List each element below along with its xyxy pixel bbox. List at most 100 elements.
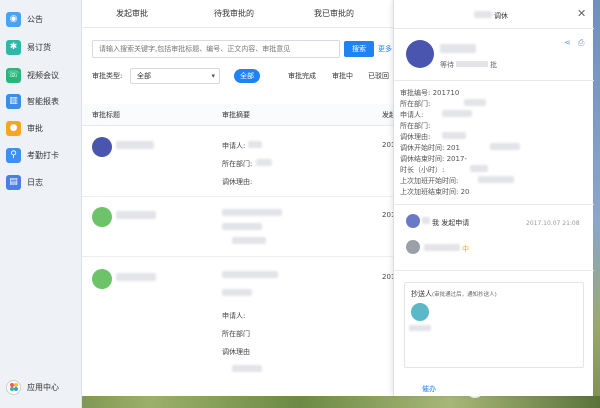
urge-link[interactable]: 催办 bbox=[422, 384, 436, 394]
phone-icon: ☏ bbox=[6, 67, 21, 83]
tab-initiate[interactable]: 发起审批 bbox=[116, 8, 148, 19]
redacted-title bbox=[116, 211, 156, 219]
sidebar-item-approval[interactable]: ● 审批 bbox=[4, 117, 80, 139]
redacted-summary bbox=[222, 289, 252, 296]
megaphone-icon: ◉ bbox=[6, 11, 21, 27]
sidebar-item-attendance[interactable]: ⚲ 考勤打卡 bbox=[4, 144, 80, 166]
close-icon[interactable]: ✕ bbox=[577, 7, 586, 20]
filter-in-progress-pill[interactable]: 审批中 bbox=[326, 69, 359, 83]
filter-all-pill[interactable]: 全部 bbox=[234, 69, 260, 83]
print-icon[interactable]: ⎙ bbox=[578, 38, 584, 48]
sidebar-item-announcement[interactable]: ◉ 公告 bbox=[4, 8, 80, 30]
approval-detail-panel: 调休 ✕ ⋖ ⎙ 等待批 审批编号: 201710 所在部门: 申请人: 所在部… bbox=[393, 0, 594, 396]
app-center-label: 应用中心 bbox=[27, 382, 59, 392]
redacted-summary bbox=[222, 223, 262, 230]
user-icon: ● bbox=[6, 120, 21, 136]
redacted-value bbox=[248, 141, 262, 148]
summary-applicant: 申请人: bbox=[222, 142, 246, 150]
redacted-title bbox=[116, 141, 154, 149]
divider bbox=[394, 204, 594, 205]
chevron-down-icon: ▾ bbox=[211, 72, 215, 80]
redacted-name bbox=[440, 44, 476, 53]
app-center-icon bbox=[6, 379, 21, 395]
redacted-title bbox=[116, 273, 156, 281]
summary-department: 所在部门 bbox=[222, 330, 250, 338]
sidebar-item-label: 智能报表 bbox=[27, 96, 59, 106]
sidebar-item-label: 日志 bbox=[27, 177, 43, 187]
field-reason: 调休理由: bbox=[400, 133, 431, 141]
table-row[interactable]: 201 bbox=[82, 197, 400, 257]
cc-box[interactable]: 抄送人(审批通过后，通知抄送人) bbox=[404, 282, 584, 368]
location-pin-icon: ⚲ bbox=[6, 147, 21, 163]
table-row[interactable]: 申请人: 所在部门: 调休理由: 201 bbox=[82, 127, 400, 197]
tab-bar: 发起审批 待我审批的 我已审批的 bbox=[82, 0, 400, 28]
sidebar-item-reports[interactable]: ▥ 智能报表 bbox=[4, 90, 80, 112]
log-time: 2017.10.07 21:08 bbox=[526, 220, 580, 227]
field-applicant: 申请人: bbox=[400, 111, 424, 119]
field-department-2: 所在部门: bbox=[400, 122, 431, 130]
applicant-avatar bbox=[406, 40, 434, 68]
column-header-title: 审批标题 bbox=[92, 111, 120, 119]
log-avatar bbox=[406, 214, 420, 228]
redacted-value bbox=[478, 176, 514, 183]
redacted-value bbox=[442, 110, 472, 117]
share-icon[interactable]: ⋖ bbox=[564, 38, 571, 47]
sidebar-item-video-meeting[interactable]: ☏ 视频会议 bbox=[4, 64, 80, 86]
divider bbox=[394, 80, 594, 81]
sidebar-item-label: 公告 bbox=[27, 14, 43, 24]
sidebar-item-label: 视频会议 bbox=[27, 70, 59, 80]
redacted-name bbox=[474, 11, 492, 18]
redacted-value bbox=[256, 159, 272, 166]
table-header: 审批标题 审批摘要 发起 bbox=[82, 104, 400, 126]
redacted-name bbox=[424, 244, 460, 251]
redacted-name bbox=[422, 217, 430, 224]
watermark: 头条 @悟空问答 bbox=[488, 384, 569, 397]
approval-status: 等待批 bbox=[440, 61, 497, 69]
filter-row: 审批类型: 全部 ▾ 全部 审批完成 审批中 已驳回 bbox=[92, 68, 398, 84]
approval-list-panel: 发起审批 待我审批的 我已审批的 搜索 更多 审批类型: 全部 ▾ 全部 审批完… bbox=[82, 0, 400, 396]
select-value: 全部 bbox=[137, 72, 151, 80]
cc-title: 抄送人(审批通过后，通知抄送人) bbox=[411, 290, 497, 298]
redacted-name bbox=[409, 325, 431, 331]
field-overtime-end: 上次加班结束时间: 20 bbox=[400, 188, 470, 196]
search-row: 搜索 更多 bbox=[92, 40, 392, 58]
avatar bbox=[92, 207, 112, 227]
redacted-summary bbox=[222, 209, 282, 216]
avatar bbox=[92, 137, 112, 157]
summary-department: 所在部门: bbox=[222, 160, 253, 168]
summary-reason: 调休理由 bbox=[222, 348, 250, 356]
redacted-summary bbox=[232, 365, 262, 372]
sidebar-item-order[interactable]: ✱ 易订货 bbox=[4, 36, 80, 58]
sidebar-item-label: 易订货 bbox=[27, 42, 51, 52]
search-input[interactable] bbox=[92, 40, 340, 58]
divider bbox=[394, 270, 594, 271]
table-row[interactable]: 申请人: 所在部门 调休理由 201 bbox=[82, 257, 400, 396]
redacted-value bbox=[442, 132, 466, 139]
tab-pending-my-approval[interactable]: 待我审批的 bbox=[214, 8, 254, 19]
cc-avatar bbox=[411, 303, 429, 321]
tab-my-approved[interactable]: 我已审批的 bbox=[314, 8, 354, 19]
field-end-time: 调休结束时间: 2017- bbox=[400, 155, 467, 163]
summary-applicant: 申请人: bbox=[222, 312, 246, 320]
sidebar-item-log[interactable]: ▤ 日志 bbox=[4, 171, 80, 193]
divider bbox=[394, 28, 594, 29]
sidebar-item-label: 考勤打卡 bbox=[27, 150, 59, 160]
redacted-summary bbox=[222, 271, 278, 278]
field-overtime-start: 上次加班开始时间: bbox=[400, 177, 459, 185]
document-icon: ▤ bbox=[6, 174, 21, 190]
more-link[interactable]: 更多 bbox=[378, 44, 392, 54]
approval-type-select[interactable]: 全部 ▾ bbox=[130, 68, 220, 84]
column-header-summary: 审批摘要 bbox=[222, 111, 250, 119]
log-pending-status: 中 bbox=[462, 245, 469, 253]
app-center-button[interactable]: 应用中心 bbox=[0, 376, 82, 398]
cart-icon: ✱ bbox=[6, 39, 21, 55]
filter-rejected-pill[interactable]: 已驳回 bbox=[362, 69, 395, 83]
field-approval-no: 审批编号: 201710 bbox=[400, 89, 460, 97]
filter-completed-pill[interactable]: 审批完成 bbox=[282, 69, 322, 83]
summary-reason: 调休理由: bbox=[222, 178, 253, 186]
redacted-value bbox=[470, 165, 488, 172]
watermark-logo bbox=[466, 380, 484, 398]
search-button[interactable]: 搜索 bbox=[344, 41, 374, 57]
redacted-value bbox=[490, 143, 520, 150]
filter-label: 审批类型: bbox=[92, 72, 123, 80]
